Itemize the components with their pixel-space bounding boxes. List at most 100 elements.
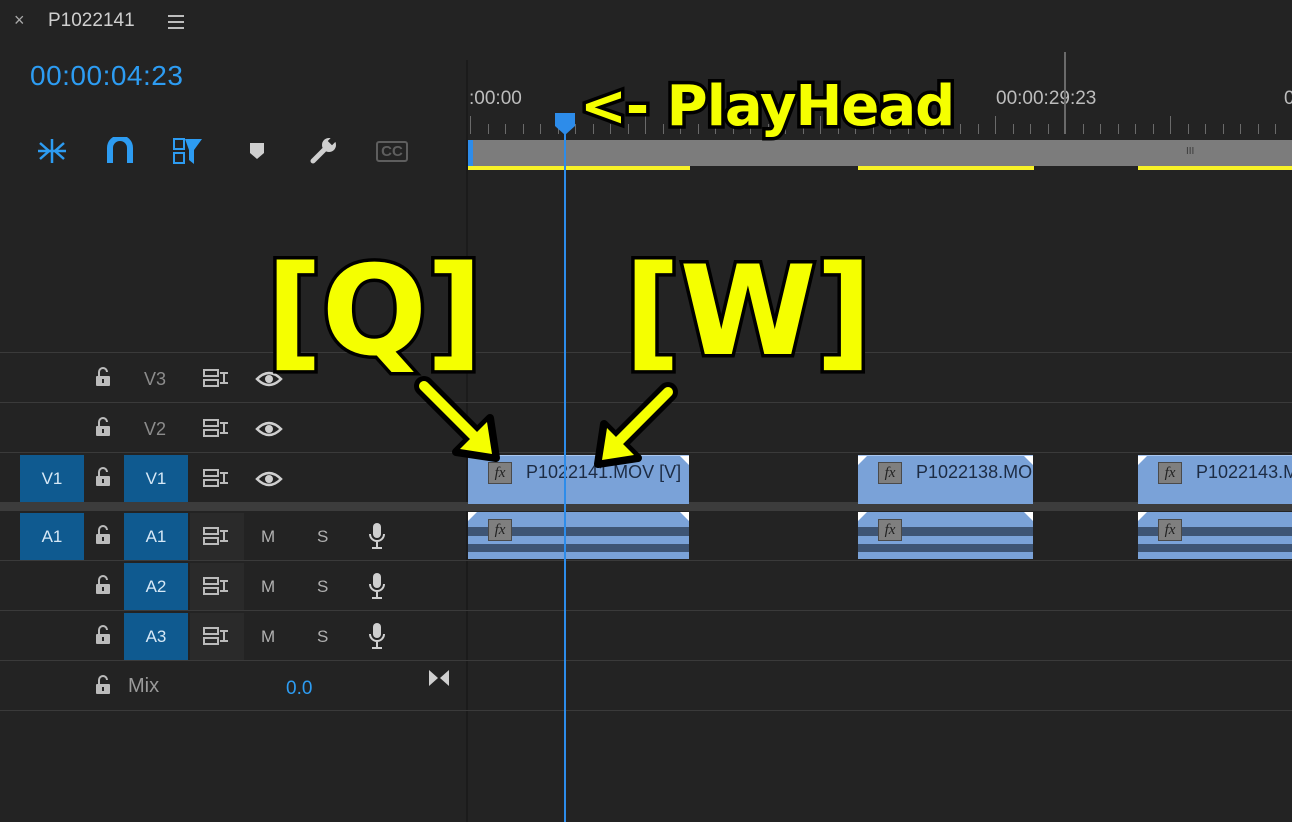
- clip-start-marker: [858, 512, 867, 521]
- zoom-grip[interactable]: III: [1186, 146, 1194, 157]
- track-target-a3[interactable]: A3: [124, 613, 188, 660]
- lock-icon[interactable]: [95, 466, 111, 488]
- fx-badge[interactable]: fx: [1158, 519, 1182, 541]
- clip-start-marker: [1138, 512, 1147, 521]
- ruler-tick: [1135, 124, 1136, 134]
- ripple-insert-icon[interactable]: [34, 134, 70, 168]
- microphone-icon[interactable]: [367, 522, 387, 555]
- eye-icon[interactable]: [255, 470, 283, 493]
- fx-badge[interactable]: fx: [488, 519, 512, 541]
- audio-clip[interactable]: fx: [468, 512, 689, 559]
- track-label-v3: V3: [144, 369, 167, 389]
- sync-lock-icon[interactable]: [203, 576, 229, 601]
- ruler-tick: [488, 124, 489, 134]
- lock-icon[interactable]: [95, 624, 111, 646]
- captions-icon[interactable]: CC: [374, 134, 410, 168]
- lock-icon[interactable]: [95, 574, 111, 596]
- waveform: [1138, 544, 1292, 552]
- clip-end-marker: [680, 512, 689, 521]
- mix-volume-value[interactable]: 0.0: [286, 678, 312, 700]
- fx-badge[interactable]: fx: [878, 462, 902, 484]
- mute-button[interactable]: M: [261, 627, 275, 647]
- mute-button[interactable]: M: [261, 577, 275, 597]
- linked-selection-icon[interactable]: [170, 134, 206, 168]
- fx-badge[interactable]: fx: [1158, 462, 1182, 484]
- playhead-timecode[interactable]: 00:00:04:23: [30, 60, 183, 92]
- ruler-tick: [523, 124, 524, 134]
- clip-name: P1022143.M: [1196, 462, 1292, 482]
- microphone-icon[interactable]: [367, 572, 387, 605]
- audio-clip[interactable]: fx: [1138, 512, 1292, 559]
- ruler-tick: [1223, 124, 1224, 134]
- fx-badge[interactable]: fx: [878, 519, 902, 541]
- track-separator: [0, 660, 1292, 661]
- solo-button[interactable]: S: [317, 627, 328, 647]
- clip-start-marker: [468, 512, 477, 521]
- ruler-tick: [1275, 124, 1276, 134]
- mix-label: Mix: [128, 675, 160, 697]
- sync-lock-icon[interactable]: [203, 418, 229, 443]
- video-clip[interactable]: fx P1022143.M: [1138, 455, 1292, 504]
- render-bar: [468, 166, 690, 170]
- track-separator: [0, 610, 1292, 611]
- ruler-end-label: 0: [1284, 88, 1292, 109]
- ruler-tick: [1153, 124, 1154, 134]
- source-patch-a1[interactable]: A1: [20, 513, 84, 560]
- playhead-handle[interactable]: [554, 112, 576, 136]
- ruler-tick: [1030, 124, 1031, 134]
- source-patch-v1[interactable]: V1: [20, 455, 84, 502]
- sync-lock-icon[interactable]: [203, 368, 229, 393]
- track-target-a1[interactable]: A1: [124, 513, 188, 560]
- clip-end-marker: [1024, 512, 1033, 521]
- ruler-tick: [960, 124, 961, 134]
- audio-clip[interactable]: fx: [858, 512, 1033, 559]
- track-target-v1[interactable]: V1: [124, 455, 188, 502]
- sequence-title-tab[interactable]: P1022141: [48, 10, 135, 32]
- lock-icon[interactable]: [95, 524, 111, 546]
- eye-icon[interactable]: [255, 420, 283, 443]
- mute-button[interactable]: M: [261, 527, 275, 547]
- solo-button[interactable]: S: [317, 577, 328, 597]
- lock-icon[interactable]: [95, 416, 111, 438]
- clip-start-marker: [858, 456, 867, 465]
- snap-magnet-icon[interactable]: [102, 134, 138, 168]
- track-separator: [0, 560, 1292, 561]
- lock-icon[interactable]: [95, 366, 111, 388]
- marker-icon[interactable]: [239, 134, 275, 168]
- ruler-tick: [505, 124, 506, 134]
- video-clip[interactable]: fx P1022138.MO: [858, 455, 1033, 504]
- clip-end-marker: [1024, 456, 1033, 465]
- sync-lock-icon[interactable]: [203, 526, 229, 551]
- track-separator: [0, 710, 1292, 711]
- render-bar: [1138, 166, 1292, 170]
- ruler-tick: [1170, 116, 1171, 134]
- solo-button[interactable]: S: [317, 527, 328, 547]
- ruler-tick: [1100, 124, 1101, 134]
- work-area-bar[interactable]: [468, 140, 1292, 166]
- ruler-tick: [1013, 124, 1014, 134]
- ruler-tick: [1205, 124, 1206, 134]
- ruler-major-tick: [1064, 52, 1066, 134]
- track-target-a2[interactable]: A2: [124, 563, 188, 610]
- wrench-icon[interactable]: [306, 134, 342, 168]
- arrow-w-icon: [584, 378, 684, 483]
- ruler-start-label: :00:00: [469, 88, 522, 109]
- panel-menu-icon[interactable]: [168, 15, 184, 33]
- ruler-tick: [540, 124, 541, 134]
- sync-lock-icon[interactable]: [203, 626, 229, 651]
- waveform: [468, 544, 689, 552]
- clip-name: P1022138.MO: [916, 462, 1033, 482]
- waveform: [858, 544, 1033, 552]
- lock-icon[interactable]: [95, 674, 111, 696]
- ruler-tick: [1083, 124, 1084, 134]
- playhead-line[interactable]: [564, 120, 566, 822]
- go-to-bounds-icon[interactable]: [427, 668, 451, 693]
- q-key-annotation: [Q]: [263, 237, 487, 388]
- close-icon[interactable]: ×: [14, 10, 25, 31]
- ruler-tick: [995, 116, 996, 134]
- microphone-icon[interactable]: [367, 622, 387, 655]
- ruler-tick: [1258, 124, 1259, 134]
- track-label-v2: V2: [144, 419, 167, 439]
- sync-lock-icon[interactable]: [203, 468, 229, 493]
- ruler-tick: [1048, 124, 1049, 134]
